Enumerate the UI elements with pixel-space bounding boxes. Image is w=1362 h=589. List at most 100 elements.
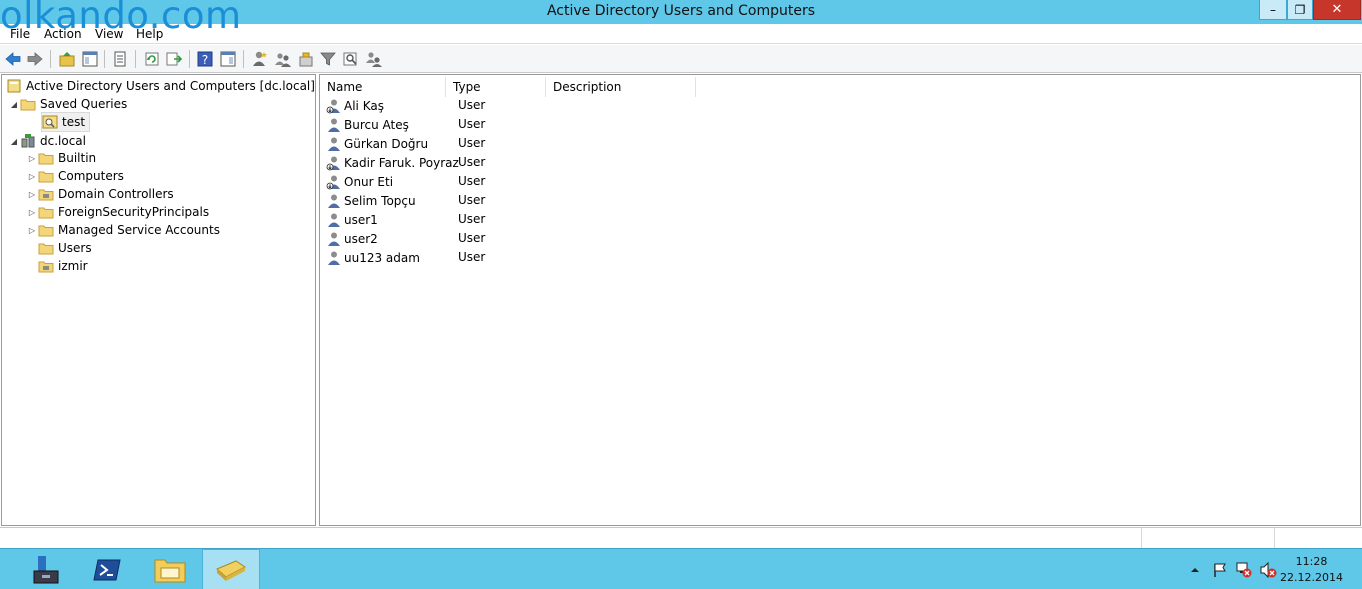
table-row[interactable]: Kadir Faruk. Poyraz User (326, 153, 626, 172)
tree-item-query-test[interactable]: test (40, 112, 91, 132)
tree-item-managed-service-accounts[interactable]: ▷ Managed Service Accounts (26, 221, 220, 239)
refresh-icon[interactable] (142, 49, 162, 69)
tree-item-builtin[interactable]: ▷ Builtin (26, 149, 96, 167)
svg-text:?: ? (202, 53, 208, 67)
table-row[interactable]: Selim Topçu User (326, 191, 626, 210)
export-list-icon[interactable] (164, 49, 184, 69)
list-header: Name Type Description (320, 77, 1360, 97)
console-tree[interactable]: Active Directory Users and Computers [dc… (1, 74, 316, 526)
clock-date: 22.12.2014 (1280, 571, 1343, 584)
user-icon (328, 251, 340, 265)
toolbar: ? (0, 45, 1362, 73)
cell-type: User (458, 117, 486, 131)
expand-arrow-icon[interactable]: ▷ (26, 190, 38, 199)
expand-arrow-icon[interactable]: ▷ (26, 226, 38, 235)
tree-item-label: Users (58, 241, 92, 255)
table-row[interactable]: Burcu Ateş User (326, 115, 626, 134)
up-folder-icon[interactable] (57, 49, 77, 69)
tree-item-saved-queries[interactable]: ◢ Saved Queries (8, 95, 127, 113)
minimize-button[interactable]: – (1259, 0, 1287, 20)
expand-arrow-icon[interactable]: ▷ (26, 208, 38, 217)
cell-type: User (458, 155, 486, 169)
expand-arrow-icon[interactable]: ▷ (26, 154, 38, 163)
network-icon[interactable] (1235, 561, 1253, 579)
collapse-arrow-icon[interactable]: ◢ (8, 100, 20, 109)
table-row[interactable]: Gürkan Doğru User (326, 134, 626, 153)
column-header-description[interactable]: Description (546, 77, 696, 97)
toolbar-separator (189, 50, 190, 68)
tree-item-label: dc.local (40, 134, 86, 148)
cell-name: Ali Kaş (344, 98, 384, 113)
disabled-user-icon (326, 175, 340, 189)
action-center-flag-icon[interactable] (1211, 561, 1229, 579)
status-divider (1141, 528, 1142, 549)
tree-item-label: Saved Queries (40, 97, 128, 111)
back-icon[interactable] (3, 49, 23, 69)
table-row[interactable]: user2 User (326, 229, 626, 248)
tree-item-izmir[interactable]: izmir (38, 257, 88, 275)
collapse-arrow-icon[interactable]: ◢ (8, 137, 20, 146)
mmc-view-icon[interactable] (218, 49, 238, 69)
cell-type: User (458, 231, 486, 245)
toolbar-separator (50, 50, 51, 68)
new-user-icon[interactable] (250, 49, 270, 69)
cell-name: Onur Eti (344, 174, 394, 189)
add-to-group-icon[interactable] (364, 49, 384, 69)
close-button[interactable]: ✕ (1313, 0, 1361, 20)
properties-icon[interactable] (110, 49, 130, 69)
folder-icon (38, 171, 54, 183)
cell-type: User (458, 174, 486, 188)
help-icon[interactable]: ? (195, 49, 215, 69)
forward-icon[interactable] (25, 49, 45, 69)
toolbar-separator (243, 50, 244, 68)
cell-type: User (458, 193, 486, 207)
toolbar-separator (135, 50, 136, 68)
file-explorer-icon[interactable] (141, 549, 199, 589)
server-manager-icon[interactable] (16, 549, 74, 589)
cell-name: Kadir Faruk. Poyraz (344, 155, 459, 170)
restore-button[interactable]: ❐ (1287, 0, 1313, 20)
cell-type: User (458, 212, 486, 226)
disabled-user-icon (326, 99, 340, 113)
column-header-name[interactable]: Name (320, 77, 446, 97)
tree-item-foreign-security-principals[interactable]: ▷ ForeignSecurityPrincipals (26, 203, 209, 221)
folder-icon (20, 99, 36, 111)
volume-muted-icon[interactable] (1259, 561, 1277, 579)
tree-item-label: Domain Controllers (58, 187, 174, 201)
tree-item-domain[interactable]: ◢ dc.local (8, 132, 86, 150)
folder-icon (38, 207, 54, 219)
tree-item-label: Managed Service Accounts (58, 223, 220, 237)
ad-users-computers-icon[interactable] (202, 549, 260, 589)
new-group-icon[interactable] (273, 49, 293, 69)
column-header-type[interactable]: Type (446, 77, 546, 97)
new-ou-icon[interactable] (296, 49, 316, 69)
table-row[interactable]: uu123 adam User (326, 248, 626, 267)
tree-item-label: Computers (58, 169, 124, 183)
folder-icon (38, 153, 54, 165)
tree-item-computers[interactable]: ▷ Computers (26, 167, 124, 185)
details-list[interactable]: Name Type Description Ali Kaş User Burcu A… (319, 74, 1361, 526)
tree-item-domain-controllers[interactable]: ▷ Domain Controllers (26, 185, 174, 203)
expand-arrow-icon[interactable]: ▷ (26, 172, 38, 181)
powershell-icon[interactable] (79, 549, 137, 589)
table-row[interactable]: Ali Kaş User (326, 96, 626, 115)
cell-name: Burcu Ateş (344, 117, 409, 132)
user-icon (328, 194, 340, 208)
status-bar (0, 527, 1362, 549)
clock-time: 11:28 (1295, 555, 1328, 568)
taskbar-clock[interactable]: 11:28 22.12.2014 (1280, 554, 1343, 586)
tree-root[interactable]: Active Directory Users and Computers [dc… (6, 77, 315, 95)
find-icon[interactable] (341, 49, 361, 69)
filter-icon[interactable] (318, 49, 338, 69)
show-hidden-icons-icon[interactable] (1186, 561, 1204, 579)
table-row[interactable]: user1 User (326, 210, 626, 229)
table-row[interactable]: Onur Eti User (326, 172, 626, 191)
user-icon (328, 213, 340, 227)
show-hide-tree-icon[interactable] (80, 49, 100, 69)
ad-root-icon (7, 79, 21, 93)
cell-type: User (458, 98, 486, 112)
tree-item-label: ForeignSecurityPrincipals (58, 205, 210, 219)
toolbar-separator (104, 50, 105, 68)
tree-item-label: Builtin (58, 151, 97, 165)
tree-item-users[interactable]: Users (38, 239, 92, 257)
